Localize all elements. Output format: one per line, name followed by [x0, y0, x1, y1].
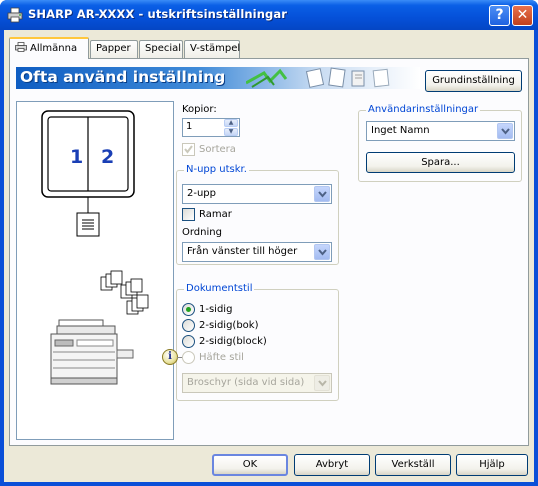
document-style-group-title: Dokumentstil [184, 283, 255, 294]
order-dropdown-button[interactable] [314, 244, 330, 260]
tab-panel-allmanna: Ofta använd inställning Grundinställning [9, 58, 529, 446]
copies-input[interactable]: 1 ▲ ▼ [182, 118, 240, 137]
copies-value: 1 [186, 121, 193, 132]
chevron-down-icon [501, 128, 510, 135]
radio-2-sidig-block-label: 2-sidig(block) [199, 336, 267, 347]
nup-select[interactable]: 2-upp [182, 184, 332, 204]
cancel-button[interactable]: Avbryt [294, 454, 370, 476]
radio-hafte-stil-label: Häfte stil [199, 352, 244, 363]
dialog-body: Allmänna Papper Special V-stämpel Ofta a… [4, 30, 534, 482]
help-title-button[interactable]: ? [489, 5, 510, 26]
chevron-down-icon [318, 191, 327, 198]
order-selected-value: Från vänster till höger [187, 246, 298, 257]
print-preferences-window: SHARP AR-XXXX - utskriftsinställningar ?… [0, 0, 538, 486]
collate-checkbox[interactable] [182, 143, 195, 156]
tab-label: Allmänna [30, 43, 78, 54]
printer-tab-icon [15, 42, 27, 52]
apply-button[interactable]: Verkställ [375, 454, 451, 476]
nup-dropdown-button[interactable] [314, 186, 330, 202]
radio-1-sidig-label: 1-sidig [199, 304, 233, 315]
printer-illustration [50, 319, 134, 385]
chevron-down-icon [318, 380, 327, 387]
preview-page-number-2: 2 [101, 146, 115, 168]
window-title: SHARP AR-XXXX - utskriftsinställningar [28, 7, 287, 21]
save-settings-button[interactable]: Spara... [366, 152, 515, 173]
title-bar[interactable]: SHARP AR-XXXX - utskriftsinställningar ?… [0, 0, 538, 30]
user-settings-group-title: Användarinställningar [366, 104, 481, 115]
user-settings-select[interactable]: Inget Namn [366, 121, 515, 141]
checkmark-icon [184, 145, 193, 154]
radio-hafte-stil[interactable] [182, 351, 195, 364]
tab-v-stampel[interactable]: V-stämpel [184, 40, 240, 58]
copies-spinner[interactable]: ▲ ▼ [224, 119, 238, 136]
order-label: Ordning [182, 227, 222, 238]
radio-2-sidig-bok-label: 2-sidig(bok) [199, 320, 259, 331]
ok-button[interactable]: OK [212, 454, 288, 476]
radio-2-sidig-bok[interactable] [182, 319, 195, 332]
copies-label: Kopior: [182, 104, 217, 115]
banner-decoration-icon [246, 67, 390, 88]
radio-selected-dot [186, 307, 191, 312]
user-settings-dropdown-button[interactable] [497, 123, 513, 139]
layout-preview: 1 2 [16, 101, 174, 440]
output-pages [100, 270, 149, 315]
booklet-dropdown-button[interactable] [314, 375, 330, 391]
tab-papper[interactable]: Papper [90, 40, 138, 58]
order-select[interactable]: Från vänster till höger [182, 242, 332, 262]
radio-1-sidig[interactable] [182, 303, 195, 316]
spin-down-icon[interactable]: ▼ [224, 128, 238, 136]
frequent-settings-banner: Ofta använd inställning [16, 67, 420, 89]
tab-label: V-stämpel [190, 43, 241, 54]
preview-page-number-1: 1 [70, 146, 84, 168]
nup-selected-value: 2-upp [187, 188, 217, 199]
booklet-selected-value: Broschyr (sida vid sida) [187, 377, 305, 388]
nup-group-title: N-upp utskr. [184, 164, 249, 175]
chevron-down-icon [318, 249, 327, 256]
preview-drawing [41, 110, 149, 385]
close-button[interactable]: ✕ [512, 5, 533, 26]
help-button[interactable]: Hjälp [456, 454, 528, 476]
info-icon[interactable]: i [162, 349, 184, 365]
collate-label: Sortera [199, 144, 236, 155]
printer-icon [7, 7, 23, 23]
banner-title: Ofta använd inställning [20, 68, 226, 86]
tab-label: Papper [96, 43, 131, 54]
tab-label: Special [145, 43, 182, 54]
border-checkbox[interactable] [182, 208, 195, 221]
booklet-select[interactable]: Broschyr (sida vid sida) [182, 373, 332, 393]
tab-special[interactable]: Special [139, 40, 183, 58]
user-settings-selected-value: Inget Namn [371, 125, 430, 136]
defaults-button[interactable]: Grundinställning [425, 70, 522, 92]
spin-up-icon[interactable]: ▲ [224, 119, 238, 127]
border-label: Ramar [199, 209, 232, 220]
radio-2-sidig-block[interactable] [182, 335, 195, 348]
tab-allmanna[interactable]: Allmänna [9, 37, 89, 59]
